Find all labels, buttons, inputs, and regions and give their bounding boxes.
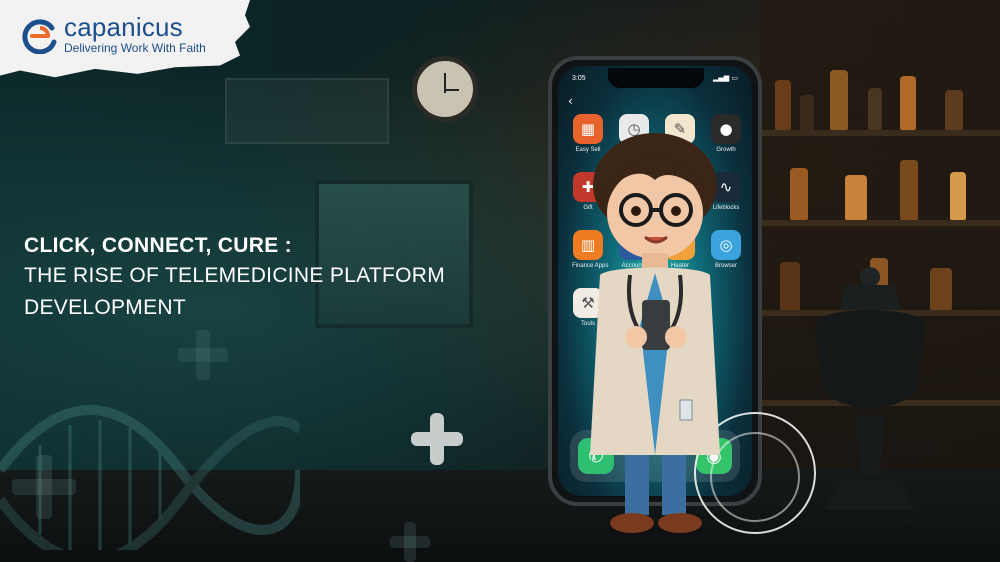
- brand-name: capanicus: [64, 12, 183, 42]
- bottle: [900, 76, 916, 130]
- headline-line-3: DEVELOPMENT: [24, 296, 186, 319]
- capanicus-logo-icon: [22, 19, 57, 54]
- wall-panel: [225, 78, 389, 144]
- wall-clock-icon: [412, 56, 478, 122]
- bottle: [830, 70, 848, 130]
- bottle: [950, 172, 966, 220]
- plus-icon: [178, 330, 228, 380]
- dna-helix-icon: [0, 405, 300, 550]
- medical-plus-icon: [411, 413, 463, 465]
- bottle: [845, 175, 867, 220]
- headline-line-1: CLICK, CONNECT, CURE :: [24, 234, 292, 257]
- signal-battery-icon: ▂▄▆ ▭: [713, 74, 738, 82]
- brand-tagline: Delivering Work With Faith: [64, 41, 206, 55]
- shelf: [760, 220, 1000, 226]
- bottle: [900, 160, 918, 220]
- bottle: [790, 168, 808, 220]
- bottle: [800, 95, 814, 130]
- plus-icon: [390, 522, 430, 562]
- bottle: [780, 262, 800, 310]
- headline: CLICK, CONNECT, CURE : THE RISE OF TELEM…: [24, 232, 454, 324]
- chevron-left-icon[interactable]: ‹: [568, 94, 573, 108]
- shelf: [760, 130, 1000, 136]
- doctor-character-illustration: [590, 133, 720, 533]
- banner-scene: capanicus Delivering Work With Faith CLI…: [0, 0, 1000, 562]
- headline-line-2: THE RISE OF TELEMEDICINE PLATFORM: [24, 264, 446, 287]
- bottle: [945, 90, 963, 130]
- phone-notch: [608, 68, 704, 88]
- apothecary-jar-illustration: [815, 267, 925, 529]
- bottle: [868, 88, 882, 130]
- status-time: 3:05: [572, 75, 586, 82]
- bottle: [775, 80, 791, 130]
- plus-icon: [12, 455, 76, 519]
